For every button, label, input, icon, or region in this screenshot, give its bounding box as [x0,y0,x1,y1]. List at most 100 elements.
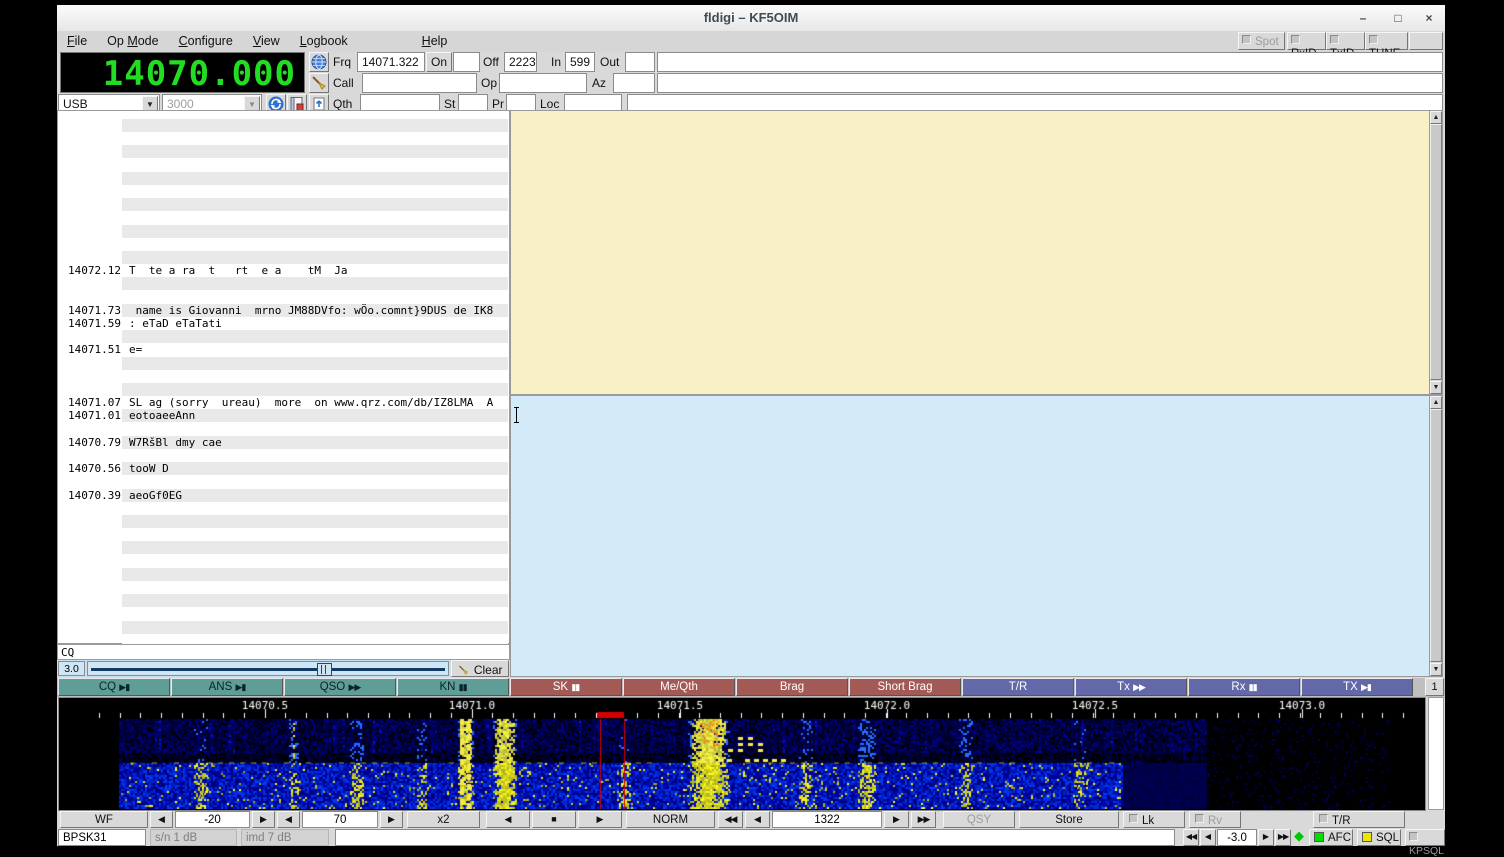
store-button[interactable]: Store [1019,811,1119,828]
macro-button-rx[interactable]: Rx ▮▮ [1188,678,1300,696]
browser-row[interactable] [122,277,508,290]
az-field[interactable] [613,73,655,93]
browser-row[interactable] [122,594,508,607]
browser-row[interactable] [122,251,508,264]
browser-row[interactable] [122,291,508,304]
tr-button[interactable]: T/R [1313,811,1405,828]
macro-set-button[interactable]: 1 [1425,678,1444,696]
zoom-button[interactable]: x2 [407,811,480,828]
browser-row[interactable] [122,225,508,238]
tx-text-panel[interactable] [510,395,1443,677]
menu-file[interactable]: File [57,31,97,48]
macro-button-tx[interactable]: Tx ▶▶ [1075,678,1187,696]
browser-seek-field[interactable]: CQ [57,644,510,660]
tune-button[interactable]: TUNE [1365,32,1408,50]
menu-view[interactable]: View [243,31,290,48]
lock-button[interactable]: Lk [1123,811,1185,828]
macro-button-kn[interactable]: KN ▮▮ [397,678,509,696]
tx-scroll-thumb[interactable] [1430,409,1442,662]
wf-mode-button[interactable]: WF [60,811,148,828]
clear-button[interactable]: Clear [451,660,509,677]
freq-down-button[interactable]: ◀ [1200,829,1216,846]
browser-row[interactable] [122,383,508,396]
on-button[interactable]: On [426,52,452,72]
notes-field-1[interactable] [657,52,1443,72]
close-icon[interactable]: × [1420,11,1438,26]
minimize-icon[interactable]: – [1354,11,1372,26]
browser-row[interactable] [122,159,508,172]
rx-scroll-thumb[interactable] [1430,124,1442,380]
carrier-fast-down-button[interactable]: ◀◀ [718,811,743,828]
slider-handle[interactable] [317,663,332,676]
browser-row[interactable]: eotoaeeAnn [122,409,508,422]
browser-row[interactable] [122,172,508,185]
browser-row[interactable] [122,370,508,383]
blank-button[interactable] [1409,32,1443,50]
macro-button-sk[interactable]: SK ▮▮ [510,678,622,696]
frq-field[interactable]: 14071.322 [357,52,425,72]
clear-log-button[interactable] [309,73,329,93]
scroll-center-button[interactable]: ■ [532,811,576,828]
scroll-left-button[interactable]: ◀ [486,811,530,828]
menu-op-mode[interactable]: Op Mode [97,31,168,48]
call-field[interactable] [362,73,477,93]
squelch-slider[interactable] [87,661,449,676]
browser-row[interactable] [122,119,508,132]
speed-button[interactable]: NORM [626,811,715,828]
browser-row[interactable] [122,581,508,594]
browser-row[interactable]: e= [122,343,508,356]
freq-fast-down-button[interactable]: ◀◀ [1183,829,1199,846]
scroll-down-icon[interactable]: ▼ [1430,381,1442,394]
browser-row[interactable] [122,449,508,462]
browser-row[interactable]: aeoGf0EG [122,489,508,502]
notes-field-2[interactable] [657,73,1443,93]
txid-button[interactable]: TxID [1326,32,1365,50]
freq-up-button[interactable]: ▶ [1258,829,1274,846]
macro-button-qso[interactable]: QSO ▶▶ [284,678,396,696]
waterfall-canvas[interactable] [60,699,1424,809]
macro-button-tx[interactable]: TX ▶▮ [1301,678,1413,696]
browser-row[interactable] [122,211,508,224]
qso-freq-button[interactable] [309,52,329,72]
maximize-icon[interactable]: □ [1389,11,1407,26]
reflevel-right-button[interactable]: ▶ [380,811,403,828]
macro-button-brag[interactable]: Brag [736,678,848,696]
afc-button[interactable]: AFC [1309,829,1353,846]
macro-button-ans[interactable]: ANS ▶▮ [171,678,283,696]
browser-row[interactable] [122,185,508,198]
waterfall[interactable] [58,697,1426,811]
macro-button-short-brag[interactable]: Short Brag [849,678,961,696]
browser-row[interactable] [122,357,508,370]
browser-row[interactable] [122,475,508,488]
signal-browser[interactable]: 14072.12T te a ra t rt e a tM Ja14071.73… [57,110,510,644]
macro-button-cq[interactable]: CQ ▶▮ [58,678,170,696]
browser-row[interactable]: name is Giovanni mrno JM88DVfo: wÖo.comn… [122,304,508,317]
sql-button[interactable]: SQL [1357,829,1401,846]
browser-row[interactable] [122,198,508,211]
browser-row[interactable] [122,423,508,436]
browser-row[interactable] [122,502,508,515]
reflevel-left-button[interactable]: ◀ [277,811,300,828]
mode-status[interactable]: BPSK31 [58,829,146,846]
freq-offset-value[interactable]: -3.0 [1217,829,1257,846]
browser-row[interactable] [122,555,508,568]
scroll-up-icon[interactable]: ▲ [1430,111,1442,124]
menu-help[interactable]: Help [412,31,458,48]
menu-logbook[interactable]: Logbook [290,31,358,48]
browser-row[interactable] [122,145,508,158]
browser-row[interactable] [122,621,508,634]
carrier-up-button[interactable]: ▶ [884,811,909,828]
browser-row[interactable]: : eTaD eTaTati [122,317,508,330]
scroll-right-button[interactable]: ▶ [578,811,622,828]
rx-scrollbar[interactable]: ▲ ▼ [1429,110,1443,395]
ampspan-right-button[interactable]: ▶ [252,811,275,828]
carrier-down-button[interactable]: ◀ [745,811,770,828]
browser-row[interactable]: SL ag (sorry ureau) more on www.qrz.com/… [122,396,508,409]
browser-row[interactable] [122,541,508,554]
macro-button-me-qth[interactable]: Me/Qth [623,678,735,696]
time-on-field[interactable] [453,52,480,72]
scroll-up-icon[interactable]: ▲ [1430,396,1442,409]
browser-row[interactable]: T te a ra t rt e a tM Ja [122,264,508,277]
rxid-button[interactable]: RxID [1287,32,1326,50]
frequency-display[interactable]: 14070.000 [60,52,305,93]
